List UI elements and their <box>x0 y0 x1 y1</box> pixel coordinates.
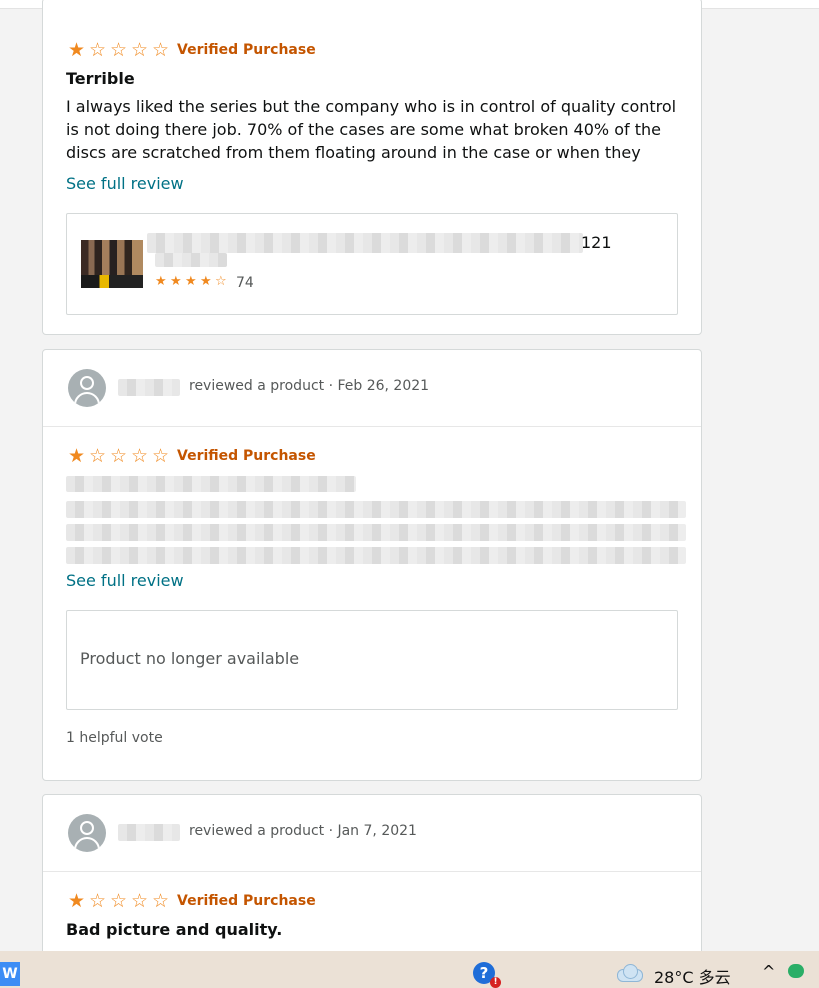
verified-purchase-badge: Verified Purchase <box>177 42 316 58</box>
verified-purchase-badge: Verified Purchase <box>177 448 316 464</box>
wps-icon[interactable]: W <box>0 962 20 986</box>
star-filled-icon: ★ <box>67 890 86 912</box>
review-meta: reviewed a product · Jan 7, 2021 <box>189 823 417 839</box>
review-text-redacted <box>66 547 686 564</box>
product-thumbnail <box>81 240 143 288</box>
weather-cloud-icon[interactable] <box>615 963 643 982</box>
helpful-votes: 1 helpful vote <box>66 730 163 746</box>
review-body: ★ ☆ ☆ ☆ ☆ Verified Purchase Bad picture … <box>43 872 701 940</box>
star-empty-icon: ☆ <box>109 39 128 61</box>
review-card: ★ ☆ ☆ ☆ ☆ Verified Purchase Terrible I a… <box>42 0 702 335</box>
review-card: reviewed a product · Jan 7, 2021 ★ ☆ ☆ ☆… <box>42 794 702 964</box>
review-text-redacted <box>66 524 686 541</box>
avatar-icon[interactable] <box>68 369 106 407</box>
review-title: Bad picture and quality. <box>66 920 283 939</box>
product-title-redacted <box>147 233 583 253</box>
help-icon[interactable]: ? <box>473 962 501 988</box>
see-full-review-link[interactable]: See full review <box>66 569 184 592</box>
product-rating-count[interactable]: 74 <box>236 275 254 291</box>
review-body: ★ ☆ ☆ ☆ ☆ Verified Purchase Terrible I a… <box>43 0 701 315</box>
star-filled-icon: ★ <box>185 274 197 289</box>
star-empty-icon: ☆ <box>88 39 107 61</box>
star-empty-icon: ☆ <box>88 890 107 912</box>
star-empty-icon: ☆ <box>130 445 149 467</box>
star-empty-icon: ☆ <box>109 890 128 912</box>
review-header: reviewed a product · Jan 7, 2021 <box>43 795 701 872</box>
star-rating: ★ ☆ ☆ ☆ ☆ <box>66 40 171 60</box>
review-meta: reviewed a product · Feb 26, 2021 <box>189 378 430 394</box>
review-title: Terrible <box>66 69 135 88</box>
star-rating: ★ ☆ ☆ ☆ ☆ <box>66 446 171 466</box>
review-body: ★ ☆ ☆ ☆ ☆ Verified Purchase See full rev… <box>43 427 701 746</box>
review-card: reviewed a product · Feb 26, 2021 ★ ☆ ☆ … <box>42 349 702 781</box>
review-text: I always liked the series but the compan… <box>66 97 677 162</box>
star-empty-icon: ☆ <box>109 445 128 467</box>
product-title-tail: 121 <box>581 233 612 252</box>
star-filled-icon: ★ <box>67 39 86 61</box>
star-filled-icon: ★ <box>155 274 167 289</box>
product-star-rating: ★ ★ ★ ★ ☆ <box>155 274 230 289</box>
rating-row: ★ ☆ ☆ ☆ ☆ Verified Purchase <box>66 40 678 60</box>
star-empty-icon: ☆ <box>151 445 170 467</box>
reviewer-name-redacted[interactable] <box>118 824 180 841</box>
review-header: reviewed a product · Feb 26, 2021 <box>43 350 701 427</box>
star-filled-icon: ★ <box>67 445 86 467</box>
weather-text[interactable]: 28°C 多云 <box>654 964 731 988</box>
product-unavailable-text: Product no longer available <box>80 649 300 668</box>
rating-row: ★ ☆ ☆ ☆ ☆ Verified Purchase <box>66 446 678 466</box>
verified-purchase-badge: Verified Purchase <box>177 893 316 909</box>
wechat-icon[interactable] <box>788 964 804 978</box>
rating-row: ★ ☆ ☆ ☆ ☆ Verified Purchase <box>66 891 678 911</box>
star-rating: ★ ☆ ☆ ☆ ☆ <box>66 891 171 911</box>
star-empty-icon: ☆ <box>151 890 170 912</box>
reviewer-name-redacted[interactable] <box>118 379 180 396</box>
product-card[interactable]: 121 ★ ★ ★ ★ ☆ 74 <box>66 213 678 315</box>
review-title-redacted <box>66 476 356 492</box>
star-empty-icon: ☆ <box>88 445 107 467</box>
product-card: Product no longer available <box>66 610 678 710</box>
star-filled-icon: ★ <box>200 274 212 289</box>
chevron-up-icon[interactable]: ^ <box>762 962 775 981</box>
see-full-review-link[interactable]: See full review <box>66 172 184 195</box>
avatar-icon[interactable] <box>68 814 106 852</box>
star-filled-icon: ★ <box>170 274 182 289</box>
star-empty-icon: ☆ <box>151 39 170 61</box>
review-text-redacted <box>66 501 686 518</box>
star-empty-icon: ☆ <box>130 890 149 912</box>
star-empty-icon: ☆ <box>130 39 149 61</box>
star-empty-icon: ☆ <box>215 274 227 289</box>
product-title-redacted <box>155 253 227 267</box>
